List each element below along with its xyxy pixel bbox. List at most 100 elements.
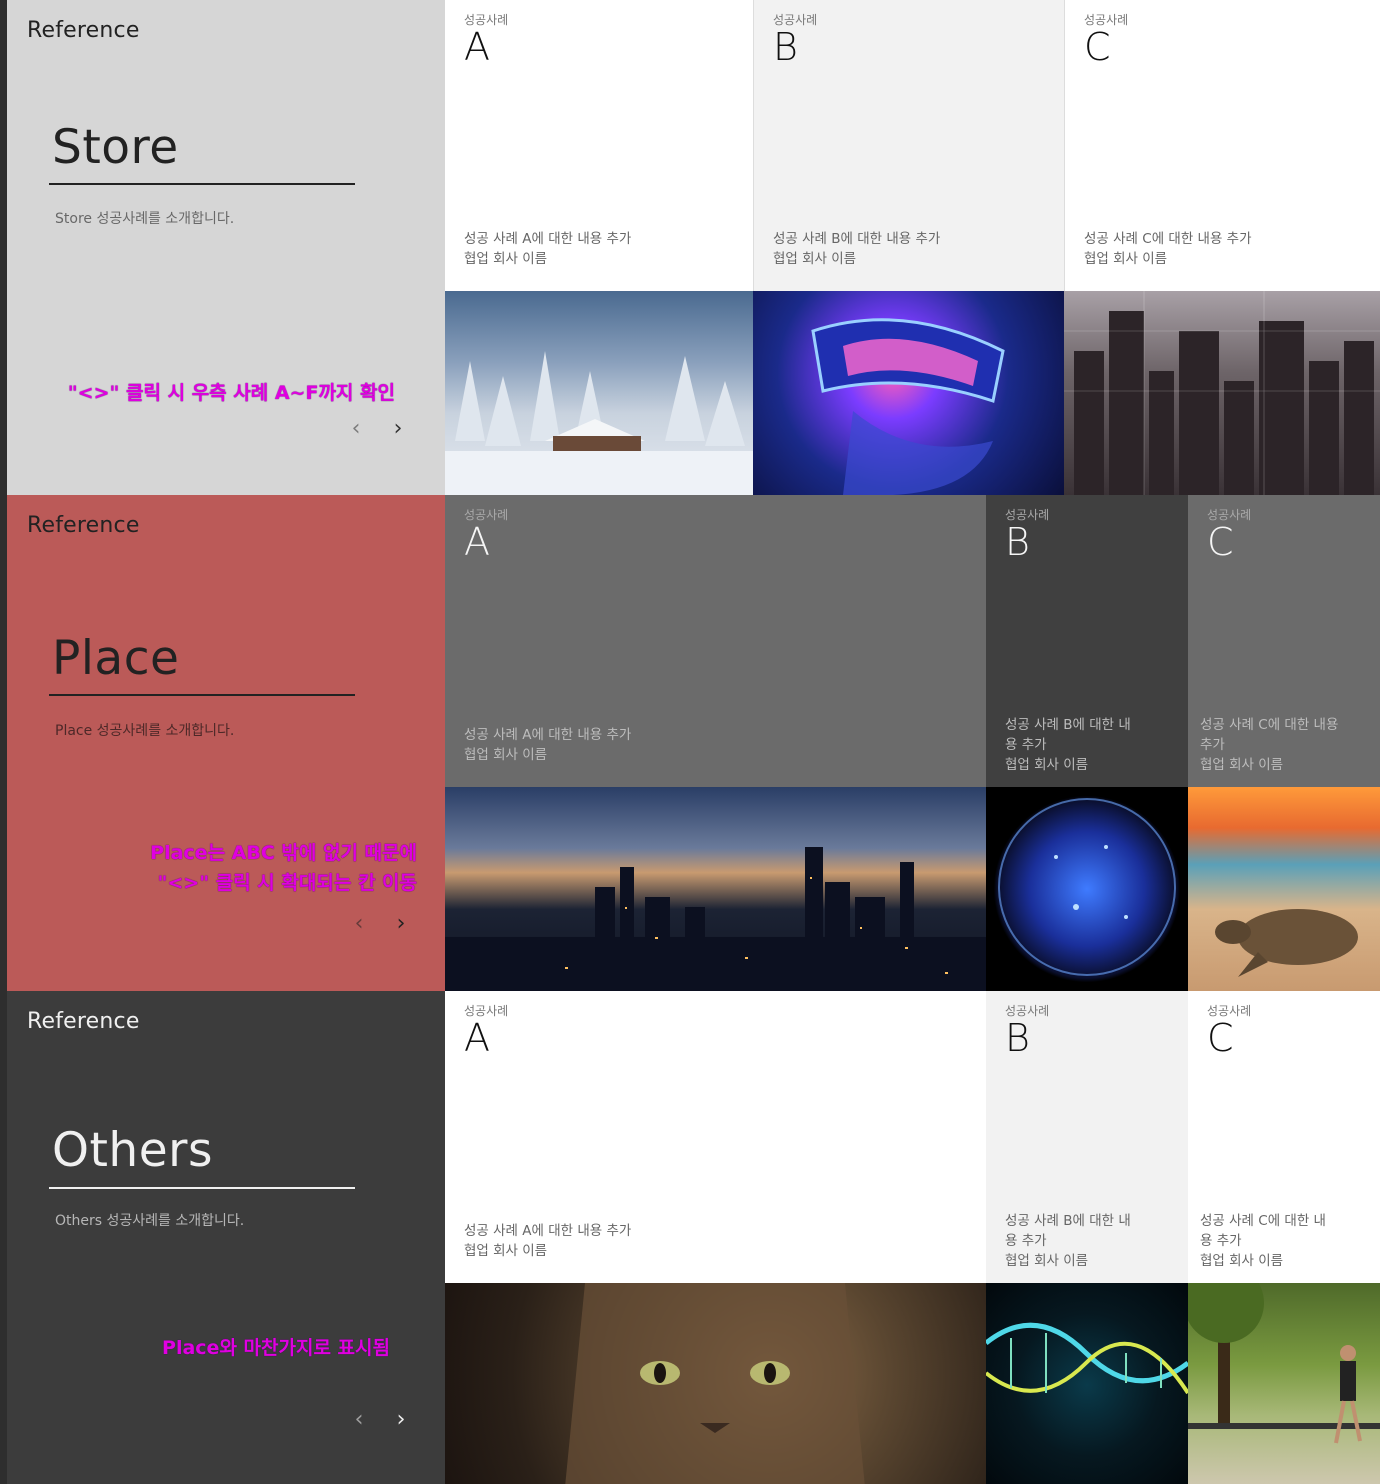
category-title: Place <box>52 631 180 686</box>
case-description: 성공 사례 B에 대한 내용 추가 <box>773 231 941 247</box>
city-skyline-art <box>1064 291 1380 495</box>
case-body: 성공 사례 A에 대한 내용 추가 협업 회사 이름 <box>464 1221 631 1261</box>
others-section: Reference Others Others 성공사례를 소개합니다. Pla… <box>7 991 1380 1484</box>
cat-image[interactable] <box>445 1283 986 1484</box>
vr-headset-image[interactable] <box>753 291 1064 495</box>
case-card-b[interactable]: 성공사례 B 성공 사례 B에 대한 내 용 추가 협업 회사 이름 <box>986 991 1188 1283</box>
snowy-cabin-image[interactable] <box>445 291 753 495</box>
dna-helix-image[interactable] <box>986 1283 1188 1484</box>
case-company: 협업 회사 이름 <box>773 251 857 267</box>
category-title: Others <box>52 1123 213 1178</box>
case-letter: A <box>464 520 490 564</box>
prev-arrow-icon[interactable]: ‹ <box>347 416 365 441</box>
annotation-line: "<>" 클릭 시 확대되는 칸 이동 <box>157 872 417 894</box>
case-card-b[interactable]: 성공사례 B 성공 사례 B에 대한 내 용 추가 협업 회사 이름 <box>986 495 1188 787</box>
annotation-note: Place와 마찬가지로 표시됨 <box>162 1337 390 1359</box>
case-company: 협업 회사 이름 <box>464 251 548 267</box>
place-intro-panel: Reference Place Place 성공사례를 소개합니다. Place… <box>7 495 445 991</box>
prev-arrow-icon[interactable]: ‹ <box>350 1407 368 1432</box>
case-letter: C <box>1207 1016 1234 1060</box>
case-card-a[interactable]: 성공사례 A 성공 사례 A에 대한 내용 추가 협업 회사 이름 <box>445 991 986 1283</box>
next-arrow-icon[interactable]: › <box>392 911 410 936</box>
case-description-cont: 추가 <box>1200 737 1225 753</box>
store-section: Reference Store Store 성공사례를 소개합니다. "<>" … <box>7 0 1380 495</box>
case-description-cont: 용 추가 <box>1005 1233 1047 1249</box>
case-body: 성공 사례 A에 대한 내용 추가 협업 회사 이름 <box>464 725 631 765</box>
case-letter: C <box>1207 520 1234 564</box>
city-skyline-image[interactable] <box>1064 291 1380 495</box>
night-city-art <box>445 847 986 991</box>
case-description: 성공 사례 B에 대한 내 <box>1005 1213 1131 1229</box>
others-intro-panel: Reference Others Others 성공사례를 소개합니다. Pla… <box>7 991 445 1484</box>
case-company: 협업 회사 이름 <box>464 1243 548 1259</box>
case-description: 성공 사례 C에 대한 내용 추가 <box>1084 231 1252 247</box>
case-letter: B <box>773 25 798 69</box>
category-title: Store <box>52 120 179 175</box>
case-letter: C <box>1084 25 1111 69</box>
case-description: 성공 사례 B에 대한 내 <box>1005 717 1131 733</box>
next-arrow-icon[interactable]: › <box>389 416 407 441</box>
case-card-a[interactable]: 성공사례 A 성공 사례 A에 대한 내용 추가 협업 회사 이름 <box>445 495 986 787</box>
carousel-nav: ‹ › <box>350 911 410 936</box>
case-card-a[interactable]: 성공사례 A 성공 사례 A에 대한 내용 추가 협업 회사 이름 <box>445 0 753 291</box>
case-card-c[interactable]: 성공사례 C 성공 사례 C에 대한 내용 추가 협업 회사 이름 <box>1188 495 1380 787</box>
case-company: 협업 회사 이름 <box>1084 251 1168 267</box>
case-description: 성공 사례 A에 대한 내용 추가 <box>464 231 632 247</box>
case-description: 성공 사례 C에 대한 내 <box>1200 1213 1326 1229</box>
case-company: 협업 회사 이름 <box>1005 1253 1089 1269</box>
category-description: Place 성공사례를 소개합니다. <box>55 723 235 739</box>
case-letter: B <box>1005 520 1030 564</box>
category-description: Store 성공사례를 소개합니다. <box>55 211 235 227</box>
case-description: 성공 사례 A에 대한 내용 추가 <box>464 727 632 743</box>
blue-planet-image[interactable] <box>986 787 1188 991</box>
case-company: 협업 회사 이름 <box>1200 757 1284 773</box>
reference-label: Reference <box>27 1009 140 1034</box>
reference-label: Reference <box>27 18 140 43</box>
reference-label: Reference <box>27 513 140 538</box>
annotation-note: "<>" 클릭 시 우측 사례 A~F까지 확인 <box>67 382 395 404</box>
next-arrow-icon[interactable]: › <box>392 1407 410 1432</box>
title-underline <box>49 1187 355 1189</box>
carousel-nav: ‹ › <box>347 416 407 441</box>
case-description: 성공 사례 A에 대한 내용 추가 <box>464 1223 632 1239</box>
dna-helix-art <box>986 1322 1188 1395</box>
cat-art <box>565 1283 865 1484</box>
case-letter: A <box>464 25 490 69</box>
prev-arrow-icon[interactable]: ‹ <box>350 911 368 936</box>
annotation-line: Place는 ABC 밖에 없기 때문에 <box>150 842 417 864</box>
place-section: Reference Place Place 성공사례를 소개합니다. Place… <box>7 495 1380 991</box>
case-card-c[interactable]: 성공사례 C 성공 사례 C에 대한 내용 추가 협업 회사 이름 <box>1064 0 1380 291</box>
left-edge-strip <box>0 0 7 1484</box>
case-body: 성공 사례 B에 대한 내용 추가 협업 회사 이름 <box>773 229 940 269</box>
annotation-note: Place는 ABC 밖에 없기 때문에 "<>" 클릭 시 확대되는 칸 이동 <box>67 838 417 898</box>
case-letter: B <box>1005 1016 1030 1060</box>
night-city-image[interactable] <box>445 787 986 991</box>
case-body: 성공 사례 C에 대한 내용 추가 협업 회사 이름 <box>1200 715 1338 775</box>
case-company: 협업 회사 이름 <box>464 747 548 763</box>
case-body: 성공 사례 A에 대한 내용 추가 협업 회사 이름 <box>464 229 631 269</box>
case-description-cont: 용 추가 <box>1005 737 1047 753</box>
vr-headset-art <box>811 318 1005 495</box>
case-description: 성공 사례 C에 대한 내용 <box>1200 717 1339 733</box>
case-body: 성공 사례 B에 대한 내 용 추가 협업 회사 이름 <box>1005 1211 1131 1271</box>
park-runner-art <box>1188 1283 1380 1444</box>
case-body: 성공 사례 C에 대한 내 용 추가 협업 회사 이름 <box>1200 1211 1326 1271</box>
title-underline <box>49 183 355 185</box>
blue-planet-art <box>998 798 1176 976</box>
title-underline <box>49 694 355 696</box>
store-intro-panel: Reference Store Store 성공사례를 소개합니다. "<>" … <box>7 0 445 495</box>
case-company: 협업 회사 이름 <box>1200 1253 1284 1269</box>
category-description: Others 성공사례를 소개합니다. <box>55 1213 245 1229</box>
case-card-c[interactable]: 성공사례 C 성공 사례 C에 대한 내 용 추가 협업 회사 이름 <box>1188 991 1380 1283</box>
case-letter: A <box>464 1016 490 1060</box>
park-runner-image[interactable] <box>1188 1283 1380 1484</box>
sea-turtle-image[interactable] <box>1188 787 1380 991</box>
case-body: 성공 사례 B에 대한 내 용 추가 협업 회사 이름 <box>1005 715 1131 775</box>
sea-turtle-art <box>1215 909 1358 977</box>
case-company: 협업 회사 이름 <box>1005 757 1089 773</box>
case-description-cont: 용 추가 <box>1200 1233 1242 1249</box>
snowy-cabin-art <box>445 351 753 495</box>
carousel-nav: ‹ › <box>350 1407 410 1432</box>
case-card-b[interactable]: 성공사례 B 성공 사례 B에 대한 내용 추가 협업 회사 이름 <box>753 0 1064 291</box>
case-body: 성공 사례 C에 대한 내용 추가 협업 회사 이름 <box>1084 229 1252 269</box>
